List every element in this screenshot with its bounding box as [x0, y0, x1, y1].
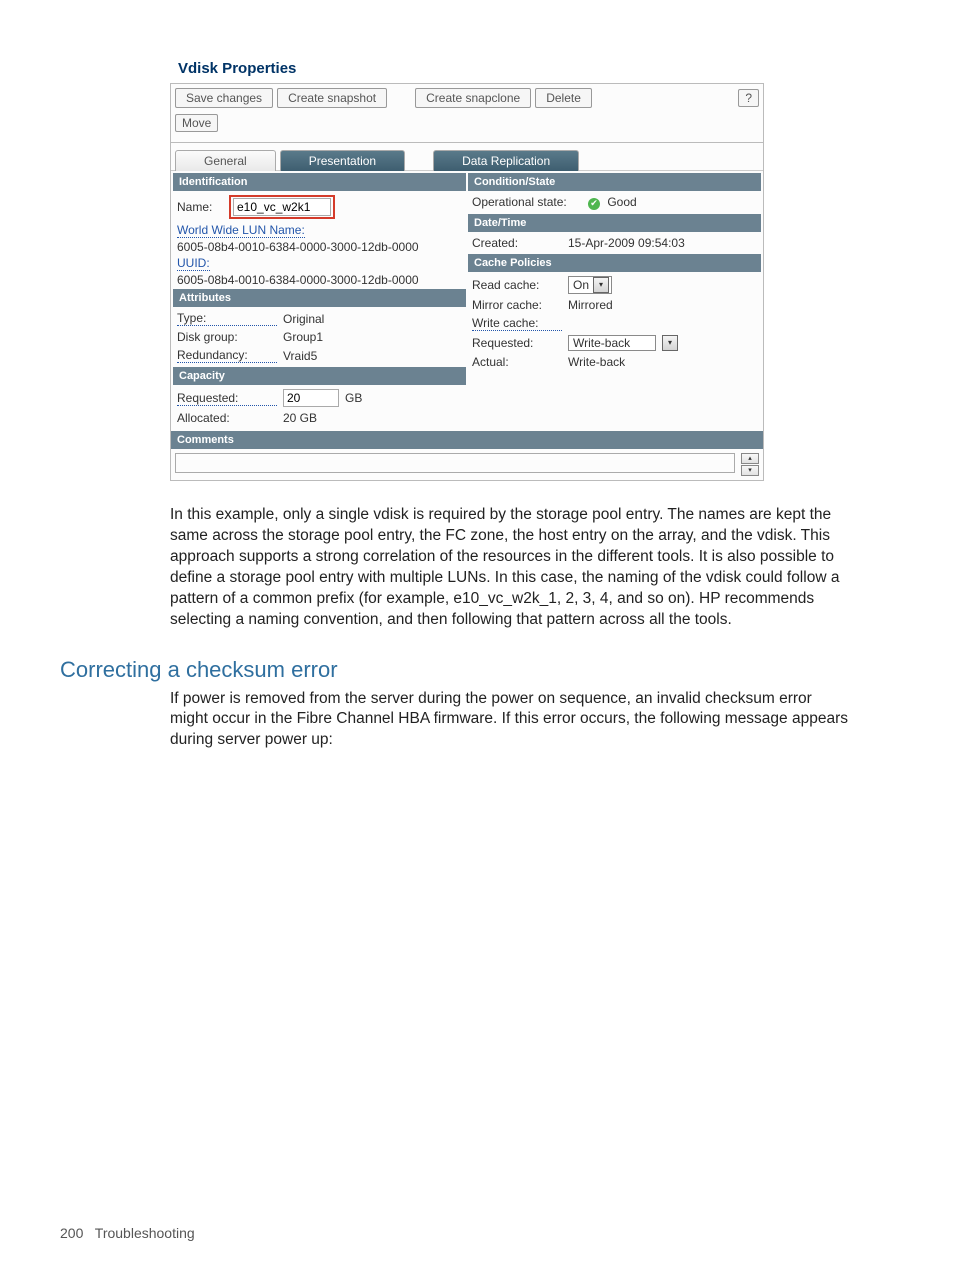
mirror-cache-label: Mirror cache: [472, 298, 562, 312]
wwln-value: 6005-08b4-0010-6384-0000-3000-12db-0000 [177, 240, 462, 254]
attributes-header: Attributes [173, 289, 466, 307]
disk-group-value: Group1 [283, 330, 462, 344]
tab-presentation[interactable]: Presentation [280, 150, 405, 171]
requested-capacity-field[interactable] [283, 389, 339, 407]
body-paragraph-1: In this example, only a single vdisk is … [170, 505, 854, 631]
section-name: Troubleshooting [95, 1225, 195, 1241]
right-column: Condition/State Operational state: ✔ Goo… [468, 173, 761, 429]
allocated-value: 20 GB [283, 411, 462, 425]
tab-general[interactable]: General [175, 150, 276, 171]
redundancy-label[interactable]: Redundancy: [177, 348, 277, 363]
comments-header: Comments [171, 431, 763, 449]
write-requested-select[interactable]: Write-back [568, 335, 656, 351]
requested-label[interactable]: Requested: [177, 391, 277, 406]
identification-header: Identification [173, 173, 466, 191]
vdisk-panel: Save changes Create snapshot Create snap… [170, 83, 764, 481]
heading-checksum-error: Correcting a checksum error [60, 657, 894, 683]
create-snapclone-button[interactable]: Create snapclone [415, 88, 531, 108]
write-requested-label: Requested: [472, 336, 562, 350]
cache-header: Cache Policies [468, 254, 761, 272]
type-label[interactable]: Type: [177, 311, 277, 326]
page-footer: 200 Troubleshooting [60, 1225, 195, 1241]
page-number: 200 [60, 1225, 83, 1241]
spinner-down-icon[interactable]: ▾ [741, 465, 759, 476]
toolbar: Save changes Create snapshot Create snap… [171, 84, 763, 143]
move-button[interactable]: Move [175, 114, 218, 132]
spinner-up-icon[interactable]: ▴ [741, 453, 759, 464]
write-cache-label[interactable]: Write cache: [472, 316, 562, 331]
write-requested-value: Write-back [573, 336, 630, 350]
read-cache-value: On [573, 278, 589, 292]
name-label: Name: [177, 200, 223, 214]
wwln-label[interactable]: World Wide LUN Name: [177, 223, 305, 238]
mirror-cache-value: Mirrored [568, 298, 757, 312]
vdisk-properties-screenshot: Vdisk Properties Save changes Create sna… [170, 60, 764, 481]
requested-unit: GB [345, 391, 362, 405]
op-state-value: Good [607, 195, 636, 209]
datetime-header: Date/Time [468, 214, 761, 232]
disk-group-label: Disk group: [177, 330, 277, 344]
save-button[interactable]: Save changes [175, 88, 273, 108]
capacity-header: Capacity [173, 367, 466, 385]
read-cache-label: Read cache: [472, 278, 562, 292]
create-snapshot-button[interactable]: Create snapshot [277, 88, 387, 108]
comments-spinner: ▴ ▾ [741, 453, 759, 476]
help-button[interactable]: ? [738, 89, 759, 107]
name-highlight [229, 195, 335, 219]
created-label: Created: [472, 236, 562, 250]
type-value: Original [283, 312, 462, 326]
name-field[interactable] [233, 198, 331, 216]
tabs: General Presentation Data Replication [171, 143, 763, 171]
condition-header: Condition/State [468, 173, 761, 191]
allocated-label: Allocated: [177, 411, 277, 425]
write-actual-label: Actual: [472, 355, 562, 369]
chevron-down-icon: ▾ [593, 277, 609, 293]
tab-data-replication[interactable]: Data Replication [433, 150, 579, 171]
body-paragraph-2: If power is removed from the server duri… [170, 689, 854, 752]
redundancy-value: Vraid5 [283, 349, 462, 363]
comments-field[interactable] [175, 453, 735, 473]
uuid-label[interactable]: UUID: [177, 256, 210, 271]
left-column: Identification Name: World Wide LUN Name… [173, 173, 466, 429]
panel-title: Vdisk Properties [178, 60, 764, 77]
write-actual-value: Write-back [568, 355, 757, 369]
created-value: 15-Apr-2009 09:54:03 [568, 236, 757, 250]
status-good-icon: ✔ [588, 198, 600, 210]
uuid-value: 6005-08b4-0010-6384-0000-3000-12db-0000 [177, 273, 462, 287]
read-cache-select[interactable]: On ▾ [568, 276, 612, 294]
chevron-down-icon[interactable]: ▾ [662, 335, 678, 351]
op-state-label: Operational state: [472, 195, 582, 209]
delete-button[interactable]: Delete [535, 88, 592, 108]
